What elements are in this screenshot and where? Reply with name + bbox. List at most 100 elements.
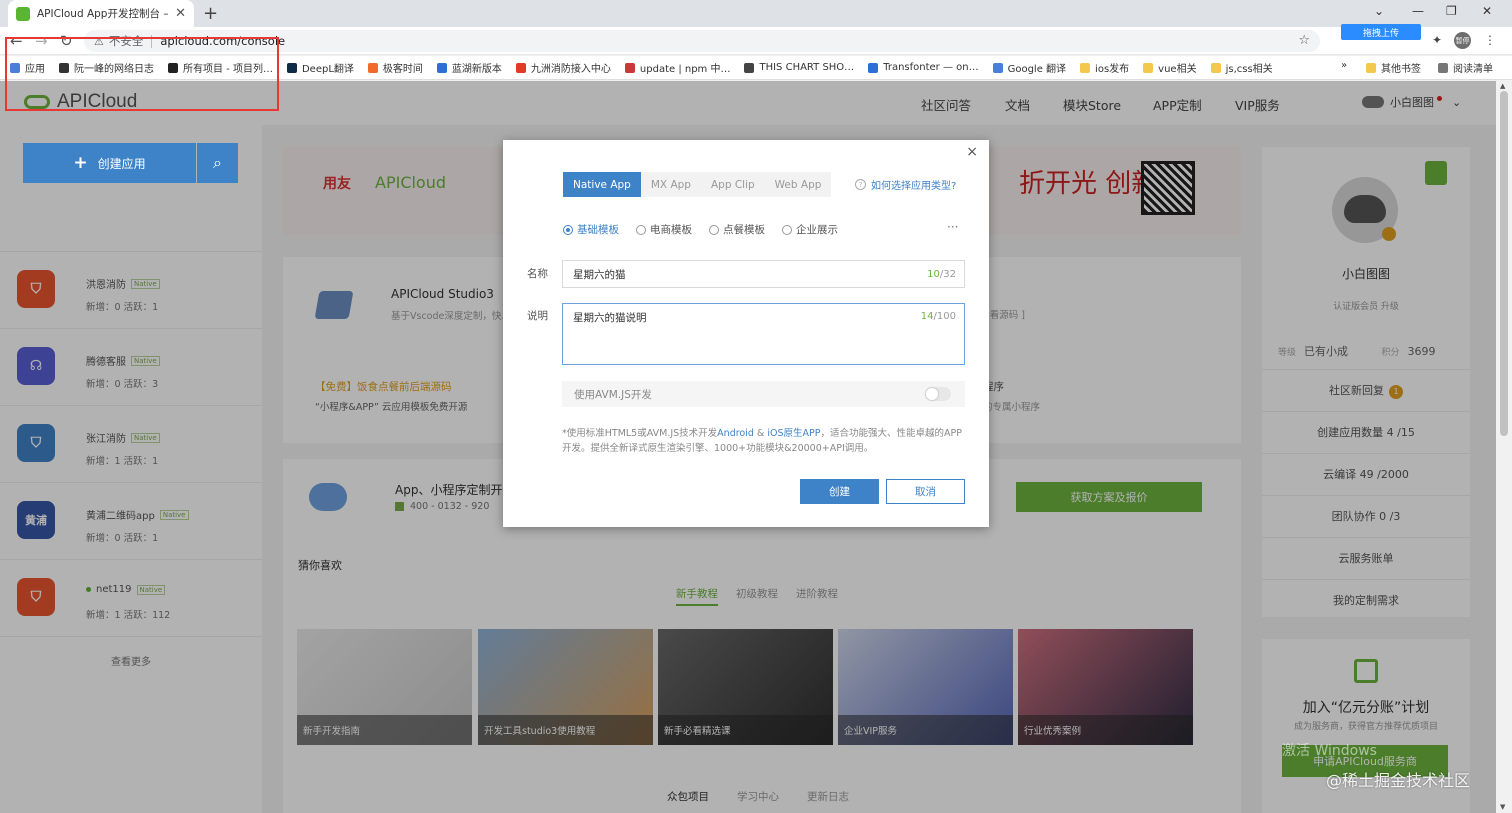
site-favicon-icon [992,62,1003,73]
scroll-up-icon[interactable]: ▲ [1500,82,1505,90]
app-name-value: 星期六的猫 [573,268,626,281]
radio-label: 电商模板 [650,224,692,236]
other-bookmarks[interactable]: 其他书签 [1366,60,1421,75]
page-scrollbar[interactable]: ▲ ▼ [1496,81,1512,813]
bookmarks-overflow-icon[interactable]: » [1341,60,1347,71]
app-type-tabs: Native App MX App App Clip Web App [563,172,832,197]
new-tab-icon[interactable]: + [203,3,218,24]
name-count: 10 [927,268,940,280]
tab-search-icon[interactable]: ⌄ [1374,4,1384,18]
bookmark-folder[interactable]: ios发布 [1080,60,1129,75]
extensions-icon[interactable]: ✦ [1432,33,1442,47]
bookmark-folder[interactable]: vue相关 [1143,60,1197,75]
reading-list[interactable]: 阅读清单 [1438,60,1493,75]
bookmark-star-icon[interactable]: ☆ [1298,33,1310,48]
bookmark-label: THIS CHART SHO… [759,62,855,73]
create-app-label: 创建应用 [97,156,146,171]
desc-char-counter: 14/100 [921,311,956,322]
tab-native-app[interactable]: Native App [563,172,641,197]
site-favicon-icon [367,62,378,73]
help-text: 如何选择应用类型? [871,181,957,192]
create-button[interactable]: 创建 [800,479,879,504]
native-app-note: *使用标准HTML5或AVM.JS技术开发Android & iOS原生APP，… [562,426,968,456]
bookmark-item[interactable]: DeepL翻译 [286,60,354,75]
search-icon: ⌕ [213,153,222,172]
avm-toggle[interactable] [925,387,951,401]
note-ios: iOS原生APP [767,428,821,439]
folder-icon [1210,62,1221,73]
bookmark-label: Google 翻译 [1007,64,1067,75]
scroll-thumb[interactable] [1500,91,1508,436]
radio-dot [636,224,646,235]
scroll-down-icon[interactable]: ▼ [1500,803,1505,811]
radio-ordering-template[interactable]: 点餐模板 [709,222,765,237]
desc-count: 14 [920,311,934,322]
site-favicon-icon [868,62,879,73]
bookmark-label: vue相关 [1158,64,1197,75]
more-templates-icon[interactable]: ··· [947,220,958,234]
minimize-icon[interactable]: — [1412,4,1424,18]
radio-label: 点餐模板 [723,224,765,236]
folder-icon [1143,62,1154,73]
bookmark-item[interactable]: 极客时间 [367,60,423,75]
radio-basic-template[interactable]: 基础模板 [563,222,619,237]
tab-mx-app[interactable]: MX App [640,172,701,197]
note-android: Android [717,428,754,439]
radio-label: 基础模板 [577,224,619,236]
radio-dot [563,224,573,235]
create-app-dialog: × Native App MX App App Clip Web App ? 如何… [503,140,989,527]
search-app-button[interactable]: ⌕ [197,143,238,183]
close-tab-icon[interactable]: ✕ [175,6,186,21]
create-app-button[interactable]: + 创建应用 [23,143,196,183]
maximize-icon[interactable]: ❐ [1446,4,1457,18]
bookmark-item[interactable]: 九洲消防接入中心 [515,60,611,75]
radio-dot [782,224,792,235]
desc-label: 说明 [527,310,548,322]
name-max: /32 [939,268,956,280]
tab-web-app[interactable]: Web App [764,172,832,197]
site-favicon-icon [286,62,297,73]
radio-label: 企业展示 [796,224,838,236]
template-radio-group: 基础模板 电商模板 点餐模板 企业展示 [563,222,855,237]
tab-app-clip[interactable]: App Clip [700,172,765,197]
close-window-icon[interactable]: ✕ [1482,4,1492,18]
browser-tab[interactable]: APICloud App开发控制台 – 手… ✕ [8,0,194,27]
folder-icon [1080,62,1091,73]
bookmark-item[interactable]: update | npm 中… [624,60,731,75]
bookmark-folder[interactable]: js,css相关 [1210,60,1273,75]
browser-tab-strip: APICloud App开发控制台 – 手… ✕ + ⌄ — ❐ ✕ [0,0,1512,27]
app-type-help-link[interactable]: ? 如何选择应用类型? [855,177,956,192]
app-name-input[interactable]: 星期六的猫 10/32 [562,260,965,288]
other-bookmarks-label: 其他书签 [1381,64,1421,75]
app-desc-textarea[interactable]: 星期六的猫说明 14/100 [562,303,965,365]
bookmark-label: update | npm 中… [639,64,731,75]
cancel-button[interactable]: 取消 [886,479,965,504]
browser-menu-icon[interactable]: ⋮ [1484,33,1496,47]
bookmark-item[interactable]: 蓝湖新版本 [436,60,502,75]
folder-icon [1366,62,1376,73]
site-favicon-icon [624,62,635,73]
apicloud-favicon-icon [16,6,30,21]
bookmark-label: js,css相关 [1225,64,1273,75]
note-and: & [753,428,768,439]
create-app-highlight [5,37,279,111]
reading-list-label: 阅读清单 [1453,64,1493,75]
bookmark-item[interactable]: Transfonter — on… [868,62,979,73]
bookmark-item[interactable]: THIS CHART SHO… [744,62,854,73]
drag-upload-extension[interactable]: 拖拽上传 [1341,24,1421,40]
site-favicon-icon [744,62,755,73]
windows-activation-watermark: 激活 Windows [1282,743,1377,759]
close-icon[interactable]: × [966,144,978,160]
radio-enterprise-template[interactable]: 企业展示 [782,222,838,237]
note-prefix: *使用标准HTML5或AVM.JS技术开发 [562,428,718,439]
radio-dot [709,224,719,235]
desc-max: /100 [933,311,956,322]
bookmark-item[interactable]: Google 翻译 [992,60,1067,75]
bookmark-label: 极客时间 [382,64,423,75]
juejin-watermark: @稀土掘金技术社区 [1326,771,1471,790]
name-label: 名称 [527,268,548,280]
profile-avatar[interactable]: 暂停 [1454,32,1471,49]
bookmark-label: Transfonter — on… [883,62,979,73]
radio-ecommerce-template[interactable]: 电商模板 [636,222,692,237]
avm-label: 使用AVM.JS开发 [574,388,652,401]
